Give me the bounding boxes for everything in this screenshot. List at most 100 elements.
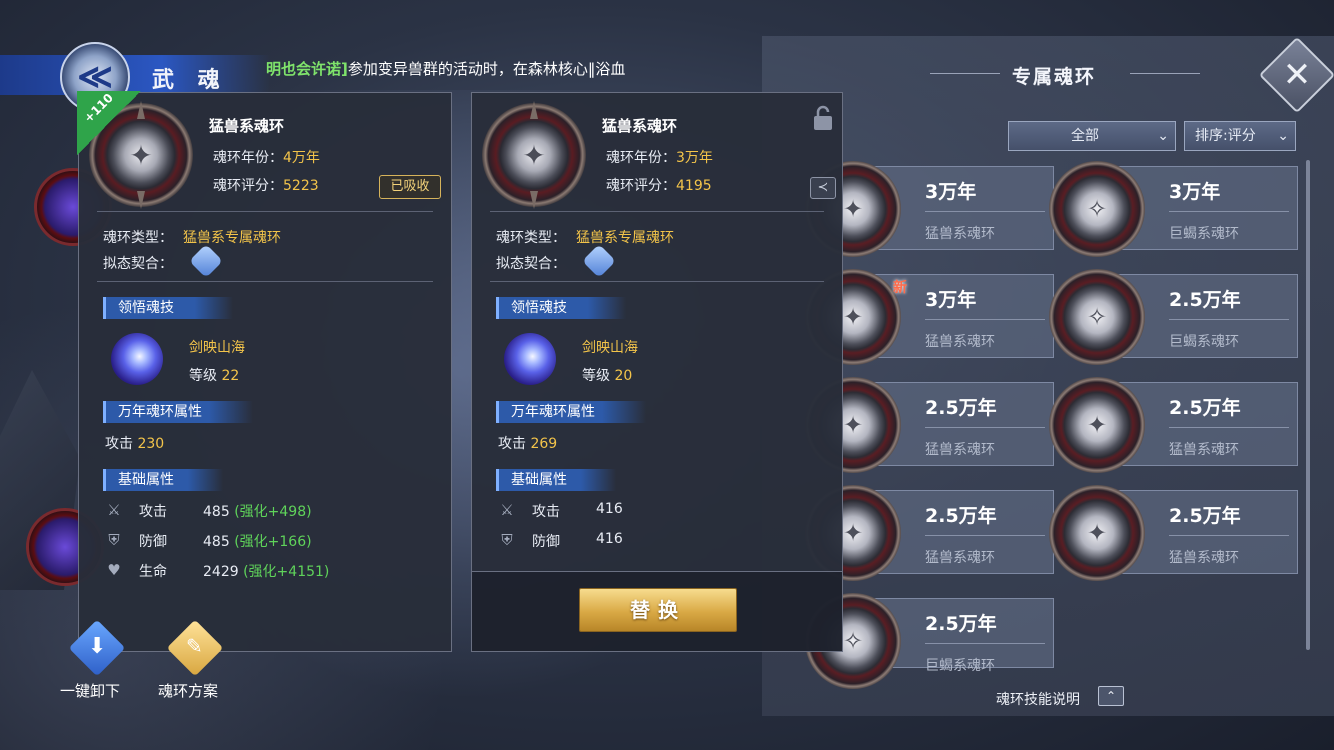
score-label: 魂环评分：: [606, 178, 676, 194]
ring-type-row: 魂环类型： 猛兽系专属魂环: [496, 227, 674, 247]
stat-label: 攻击: [139, 504, 167, 520]
ring-type: 巨蝎系魂环: [1169, 226, 1239, 242]
ring-type: 巨蝎系魂环: [925, 658, 995, 674]
divider: [490, 211, 824, 212]
skill-icon[interactable]: [111, 333, 163, 385]
ring-card[interactable]: ✦ 2.5万年 猛兽系魂环: [1049, 485, 1298, 581]
ticker-highlight: 明也会许诺]: [266, 60, 348, 78]
tenk-attr-label: 攻击: [105, 436, 133, 452]
ring-type: 猛兽系魂环: [925, 550, 995, 566]
score-value: 4195: [676, 178, 712, 194]
ring-skill-help-label[interactable]: 魂环技能说明: [996, 689, 1080, 709]
stat-bonus: (强化+4151): [243, 564, 330, 580]
ring-year: 3万年: [1169, 181, 1221, 203]
candidate-ring-tooltip: ✦ 猛兽系魂环 魂环年份：3万年 魂环评分：4195 ≺ 魂环类型： 猛兽系专属魂…: [471, 92, 843, 572]
mimic-icon[interactable]: [189, 244, 223, 278]
card-divider: [925, 643, 1045, 644]
filter-dropdown[interactable]: 全部 ⌄: [1008, 121, 1176, 151]
ring-card[interactable]: ✧ 2.5万年 巨蝎系魂环: [1049, 269, 1298, 365]
help-toggle-button[interactable]: ⌃: [1098, 686, 1124, 706]
sort-dropdown[interactable]: 排序:评分 ⌄: [1184, 121, 1296, 151]
ring-type: 猛兽系魂环: [1169, 550, 1239, 566]
skill-level-label: 等级: [582, 368, 610, 384]
skill-level-value: 22: [221, 368, 240, 384]
ring-year-row: 魂环年份：3万年: [606, 147, 713, 167]
ring-year: 3万年: [925, 289, 977, 311]
card-divider: [925, 211, 1045, 212]
ring-type: 猛兽系魂环: [925, 226, 995, 242]
replace-button[interactable]: 替换: [579, 588, 737, 632]
arrow-down-icon: ⬇: [88, 634, 107, 659]
base-section-tag: 基础属性: [496, 469, 616, 491]
ring-icon: ✦: [482, 103, 586, 207]
divider: [97, 281, 433, 282]
skill-level-value: 20: [614, 368, 633, 384]
filter-value: 全部: [1071, 128, 1099, 144]
equipped-ring-tooltip: ✦ +110 猛兽系魂环 魂环年份：4万年 魂环评分：5223 已吸收 魂环类型…: [77, 90, 452, 652]
ring-year: 2.5万年: [925, 397, 997, 419]
document-icon: ✎: [186, 634, 203, 658]
tenk-attr-label: 攻击: [498, 436, 526, 452]
mimic-label: 拟态契合：: [496, 256, 566, 272]
scorpion-icon: ✧: [1086, 303, 1108, 331]
ring-score-row: 魂环评分：4195: [606, 175, 712, 195]
card-divider: [1169, 535, 1289, 536]
ring-card[interactable]: ✦ 2.5万年 猛兽系魂环: [805, 485, 1054, 581]
sort-value: 排序:评分: [1195, 128, 1256, 144]
year-value: 4万年: [283, 150, 320, 166]
stat-number: 2429: [203, 564, 239, 580]
beast-icon: ✦: [1086, 519, 1108, 547]
ring-type: 巨蝎系魂环: [1169, 334, 1239, 350]
title-divider-right: [1130, 73, 1200, 74]
close-icon[interactable]: ✕: [1270, 48, 1324, 102]
stat-value: 485 (强化+166): [203, 531, 312, 551]
tenk-section-tag: 万年魂环属性: [103, 401, 253, 423]
level-badge-text: +110: [81, 90, 116, 126]
year-value: 3万年: [676, 150, 713, 166]
ring-name: 猛兽系魂环: [209, 117, 285, 135]
ring-card[interactable]: ✦ 3万年 猛兽系魂环: [805, 161, 1054, 257]
type-label: 魂环类型：: [496, 230, 566, 246]
replace-bar: 替换: [471, 572, 843, 652]
ring-plan-label[interactable]: 魂环方案: [158, 680, 218, 701]
unload-all-button[interactable]: ⬇: [62, 619, 132, 677]
header-bar: [0, 55, 270, 95]
stat-bonus: (强化+166): [234, 534, 312, 550]
share-icon[interactable]: ≺: [810, 177, 836, 199]
stat-value: 2429 (强化+4151): [203, 561, 329, 581]
new-badge: 新: [893, 280, 907, 296]
type-value: 猛兽系专属魂环: [183, 230, 281, 246]
type-label: 魂环类型：: [103, 230, 173, 246]
shield-icon: ⛨: [108, 531, 120, 549]
mimic-label: 拟态契合：: [103, 256, 173, 272]
ring-card[interactable]: ✦ 2.5万年 猛兽系魂环: [805, 377, 1054, 473]
ring-card[interactable]: ✧ 3万年 巨蝎系魂环: [1049, 161, 1298, 257]
ring-card[interactable]: ✦ 新 3万年 猛兽系魂环: [805, 269, 1054, 365]
ring-card[interactable]: ✧ 2.5万年 巨蝎系魂环: [805, 593, 1054, 689]
skill-level-label: 等级: [189, 368, 217, 384]
tenk-attr-value: 230: [137, 436, 165, 452]
skill-icon[interactable]: [504, 333, 556, 385]
beast-icon: ✦: [1086, 411, 1108, 439]
ring-year-row: 魂环年份：4万年: [213, 147, 320, 167]
sword-icon: ⚔: [107, 501, 121, 519]
ring-year: 2.5万年: [925, 613, 997, 635]
ring-card[interactable]: ✦ 2.5万年 猛兽系魂环: [1049, 377, 1298, 473]
mimic-icon[interactable]: [582, 244, 616, 278]
tenk-attr-value: 269: [530, 436, 558, 452]
ring-type: 猛兽系魂环: [1169, 442, 1239, 458]
lock-icon[interactable]: [812, 105, 834, 131]
stat-number: 485: [203, 504, 230, 520]
year-label: 魂环年份：: [606, 150, 676, 166]
type-value: 猛兽系专属魂环: [576, 230, 674, 246]
ring-plan-button[interactable]: ✎: [160, 619, 230, 677]
exclusive-ring-title: 专属魂环: [1012, 66, 1097, 88]
ring-score-row: 魂环评分：5223: [213, 175, 319, 195]
card-divider: [1169, 211, 1289, 212]
ticker-text: 参加变异兽群的活动时，在森林核心‖浴血: [347, 60, 626, 78]
ring-year: 2.5万年: [1169, 397, 1241, 419]
card-list-scrollbar[interactable]: [1306, 160, 1310, 650]
skill-section-tag: 领悟魂技: [103, 297, 233, 319]
ring-year: 3万年: [925, 181, 977, 203]
unload-all-label[interactable]: 一键卸下: [60, 680, 120, 701]
